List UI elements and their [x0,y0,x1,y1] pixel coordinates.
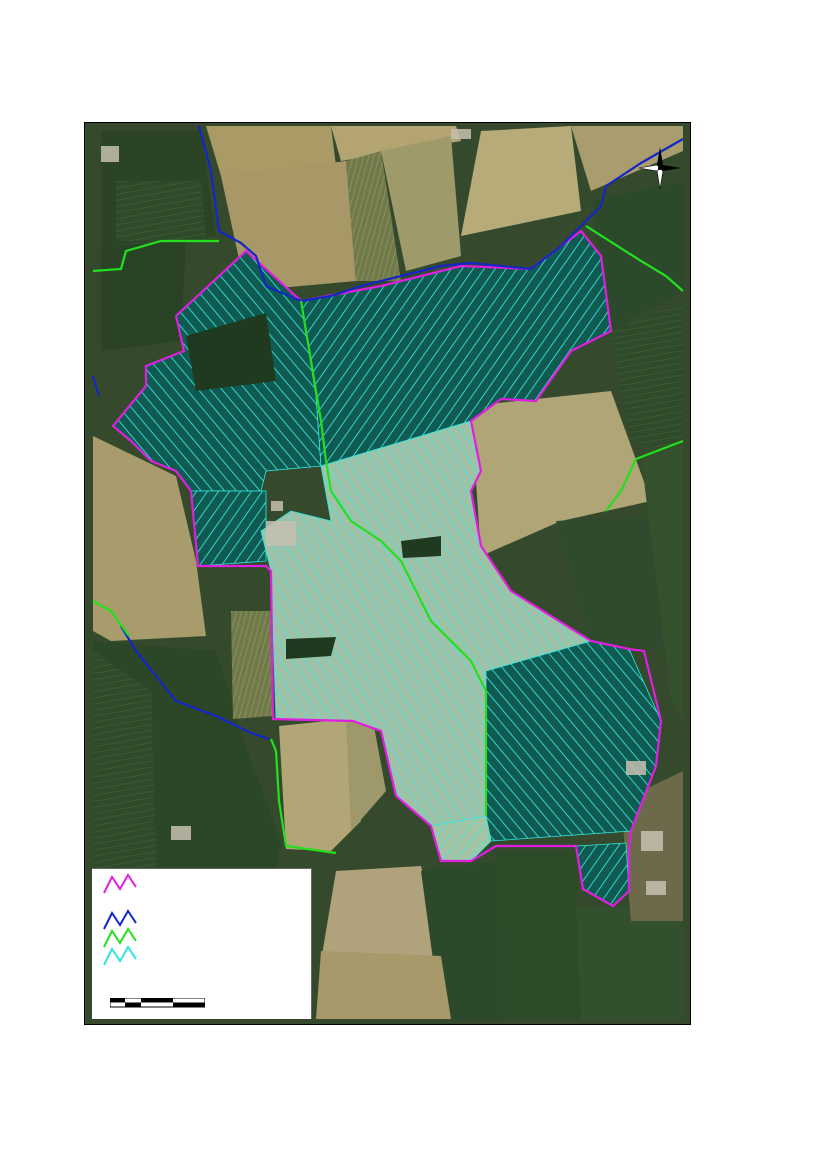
drain-zone-west-block[interactable] [190,490,267,567]
compass-rose-icon [638,147,681,190]
farm-boundary-zigzag-icon [103,873,137,894]
drains-zigzag-icon [103,945,137,966]
legend-item-farm-boundary [102,873,138,900]
legend-item-drains [102,945,138,972]
legend [92,868,312,1019]
scale-bar [110,998,205,1008]
drain-zone-southeast[interactable] [485,640,662,842]
